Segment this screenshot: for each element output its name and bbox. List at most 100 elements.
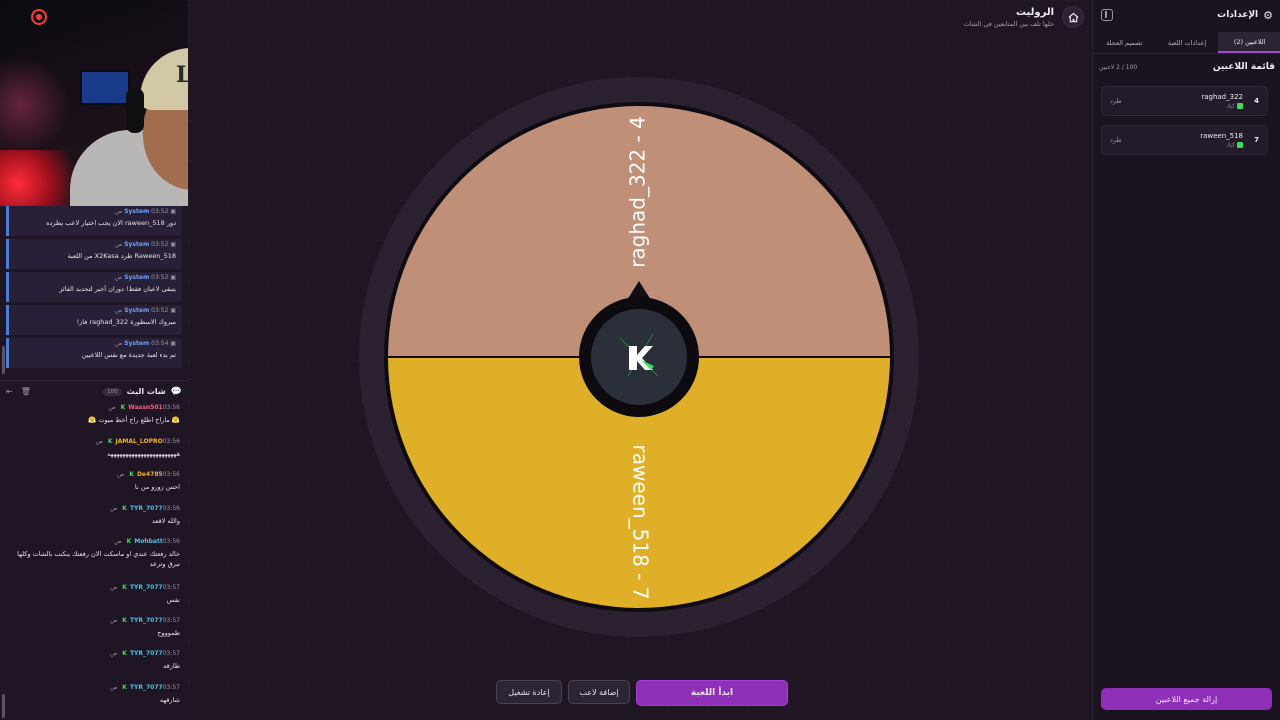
message-text: يتبقى لاعبان فقط! دوران أخير لتحديد الفا… (59, 285, 176, 293)
players-count: 100 / 2 لاعبين (1099, 63, 1138, 71)
chat-username[interactable]: TYR_7077 (130, 584, 163, 591)
kick-platform-icon (1237, 102, 1243, 109)
chat-message: K TYR_707703:57 ص نفس (8, 584, 180, 605)
player-card: 4 raghad_322 كيك طرد (1101, 86, 1268, 116)
system-feed[interactable]: ▣ System 03:52 ص دور raween_518 الان يجب… (0, 206, 188, 376)
player-name: raween_518 (1200, 131, 1243, 140)
kick-badge-icon: K (122, 505, 127, 512)
trash-icon[interactable]: 🗑 (21, 387, 31, 396)
system-message: ▣ System 03:52 ص يتبقى لاعبان فقط! دوران… (6, 272, 182, 302)
headset (126, 88, 144, 133)
system-message: ▣ System 03:52 ص دور raween_518 الان يجب… (6, 206, 182, 236)
panel-title: الإعدادات (1217, 10, 1259, 20)
chat-bubble-icon: 💬 (170, 386, 182, 397)
message-icon: ▣ (168, 274, 176, 281)
player-number: 7 (1254, 136, 1259, 144)
chat-message-header: K TYR_707703:57 ص (8, 617, 180, 624)
chat-message-header: K TYR_707703:57 ص (8, 584, 180, 591)
chat-message: K TYR_707703:57 ص شارقهه (8, 684, 180, 705)
remove-all-players-button[interactable]: إزالة جميع اللاعبين (1101, 688, 1272, 710)
message-icon: ▣ (168, 241, 176, 248)
home-button[interactable] (1062, 6, 1084, 28)
chat-message: K TYR_707703:56 ص والله لاقعد (8, 505, 180, 526)
chat-username[interactable]: TYR_7077 (130, 684, 163, 691)
system-sender: System (124, 307, 150, 314)
page-subtitle: خلها تلف بين المتابعين في الشات (963, 19, 1054, 28)
background-monitor (80, 70, 130, 105)
chat-message-header: K TYR_707703:57 ص (8, 650, 180, 657)
chat-text: خالد رفعتك عندي او ماسكت الان رفعتك ينكت… (17, 550, 180, 568)
main-area: الروليت خلها تلف بين المتابعين في الشات … (188, 0, 1090, 720)
chat-username[interactable]: JAMAL_LOPRO (116, 438, 163, 445)
players-list-title: قائمة اللاعبين (1212, 62, 1275, 72)
roulette-wheel[interactable]: raghad_322 - 4 raween_518 - 7 (358, 76, 920, 638)
chat-text: 😤 ماراح اطلع راح أخط ميوت 😤 (88, 416, 180, 424)
player-platform: كيك (1226, 103, 1235, 110)
chat-text: والله لاقعد (152, 517, 180, 525)
kick-badge-icon: K (122, 584, 127, 591)
chat-title: شات البث (126, 387, 166, 396)
message-text: Raween_518 طرد X2Kasa من اللعبة (67, 252, 176, 260)
game-controls: إعادة تشغيل إضافة لاعب ابدأ اللعبة (496, 680, 788, 706)
chat-message: K TYR_707703:57 ص طارقه (8, 650, 180, 671)
tab-wheel-design[interactable]: تصميم العجلة (1093, 32, 1156, 53)
system-sender: System (124, 340, 150, 347)
player-number: 4 (1254, 97, 1259, 105)
system-sender: System (124, 208, 150, 215)
kick-player-button[interactable]: طرد (1110, 97, 1122, 105)
chat-message-header: K Mohbatt03:56 ص (8, 538, 180, 545)
scrollbar-thumb[interactable] (2, 346, 5, 374)
chat-username[interactable]: Mohbatt (134, 538, 162, 545)
gear-icon: ⚙ (1263, 8, 1273, 22)
chat-message-header: K TYR_707703:56 ص (8, 505, 180, 512)
chat-message: K JAMAL_LOPRO03:56 ص ههههههههههههههههههههه… (8, 438, 180, 459)
chat-message: K De478503:56 ص احس زورو من نا (8, 471, 180, 492)
chat-message-header: K Wassn50103:56 ص (8, 404, 180, 411)
chat-message-list[interactable]: K Wassn50103:56 ص 😤 ماراح اطلع راح أخط ميو… (0, 404, 188, 720)
system-sender: System (124, 241, 150, 248)
message-icon: ▣ (168, 208, 176, 215)
add-player-button[interactable]: إضافة لاعب (568, 680, 630, 704)
wheel-segment-label: raween_518 - 7 (629, 445, 653, 600)
collapse-panel-icon[interactable] (1101, 9, 1113, 21)
kick-badge-icon: K (122, 684, 127, 691)
tab-players[interactable]: اللاعبين (2) (1218, 32, 1280, 53)
scrollbar-thumb[interactable] (2, 694, 5, 718)
chat-header: ⇤ 🗑 💬 شات البث 100 (0, 380, 188, 402)
player-platform: كيك (1226, 142, 1235, 149)
chat-text: طموووح (157, 629, 180, 637)
restart-button[interactable]: إعادة تشغيل (496, 680, 562, 704)
tab-game-settings[interactable]: إعدادات اللعبة (1156, 32, 1219, 53)
page-header: الروليت خلها تلف بين المتابعين في الشات (964, 6, 1084, 28)
ambient-light (0, 55, 70, 155)
message-icon: ▣ (168, 340, 176, 347)
chat-message-header: K De478503:56 ص (8, 471, 180, 478)
wheel-segment-label: raghad_322 - 4 (626, 116, 650, 268)
chat-username[interactable]: TYR_7077 (130, 617, 163, 624)
system-message: ▣ System 03:52 ص مبروك الاسطورة raghad_3… (6, 305, 182, 335)
kick-badge-icon: K (122, 617, 127, 624)
message-text: دور raween_518 الان يجب اختيار لاعب يطرد… (46, 219, 176, 227)
player-name: raghad_322 (1201, 92, 1243, 101)
start-game-button[interactable]: ابدأ اللعبة (636, 680, 788, 706)
chat-username[interactable]: TYR_7077 (130, 650, 163, 657)
kick-badge-icon: K (107, 438, 113, 445)
left-chat-column: ▣ System 03:52 ص دور raween_518 الان يجب… (0, 206, 188, 720)
chat-text: هههههههههههههههههههههههه (107, 450, 180, 458)
kick-player-button[interactable]: طرد (1110, 136, 1122, 144)
chat-message: K Mohbatt03:56 ص خالد رفعتك عندي او ماسكت … (8, 538, 180, 569)
message-text: تم بدء لعبة جديدة مع نفس اللاعبين (81, 351, 176, 359)
chat-username[interactable]: Wassn501 (128, 404, 162, 411)
panel-header: ⚙ الإعدادات (1093, 0, 1280, 30)
chat-username[interactable]: TYR_7077 (130, 505, 163, 512)
chat-text: نفس (166, 596, 180, 604)
system-message: ▣ System 03:52 ص Raween_518 طرد X2Kasa م… (6, 239, 182, 269)
chat-message-header: K JAMAL_LOPRO03:56 ص (8, 438, 180, 445)
chat-username[interactable]: De4785 (137, 471, 163, 478)
chat-text: طارقه (163, 662, 180, 670)
collapse-icon[interactable]: ⇤ (6, 387, 13, 396)
kick-badge-icon: K (126, 538, 132, 545)
message-icon: ▣ (168, 307, 176, 314)
kick-platform-icon (1237, 141, 1243, 148)
page-title: الروليت (1015, 6, 1054, 18)
